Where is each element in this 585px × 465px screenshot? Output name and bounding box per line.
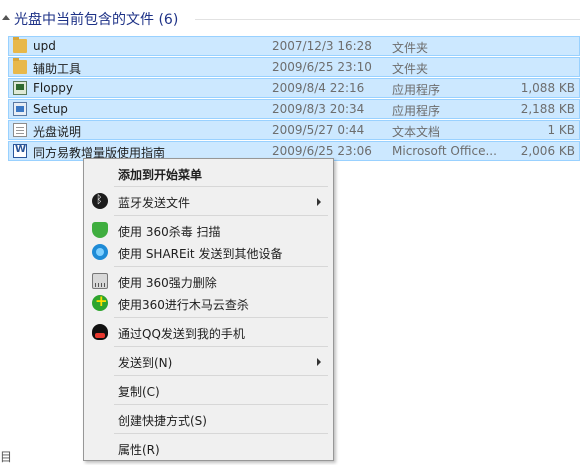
file-type: 文件夹 — [392, 62, 429, 76]
menu-item-360-scan[interactable]: 使用 360杀毒 扫描 — [86, 219, 331, 241]
file-name: Floppy — [33, 81, 73, 95]
file-type: 应用程序 — [392, 104, 441, 118]
menu-separator — [114, 375, 328, 376]
file-type: 应用程序 — [392, 83, 441, 97]
context-menu: 添加到开始菜单 蓝牙发送文件 使用 360杀毒 扫描 使用 SHAREit 发送… — [83, 158, 334, 461]
shield-360-icon — [92, 222, 108, 238]
menu-item-label: 蓝牙发送文件 — [118, 196, 191, 210]
file-row[interactable]: 光盘说明 2009/5/27 0:44 文本文档 1 KB — [8, 120, 580, 140]
menu-item-properties[interactable]: 属性(R) — [86, 437, 331, 459]
menu-separator — [114, 317, 328, 318]
menu-item-label: 使用 360杀毒 扫描 — [118, 225, 221, 239]
file-date: 2009/6/25 23:10 — [272, 60, 372, 74]
menu-item-label: 属性(R) — [118, 443, 160, 457]
qq-penguin-icon — [92, 324, 108, 340]
group-title: 光盘中当前包含的文件 (6) — [14, 12, 179, 28]
partial-label: 目 — [0, 450, 13, 464]
shareit-icon — [92, 244, 108, 260]
file-date: 2009/8/3 20:34 — [272, 102, 365, 116]
setup-icon — [13, 102, 27, 116]
file-row[interactable]: 辅助工具 2009/6/25 23:10 文件夹 — [8, 57, 580, 77]
menu-separator — [114, 433, 328, 434]
menu-item-label: 使用360进行木马云查杀 — [118, 298, 249, 312]
shredder-icon — [92, 273, 108, 289]
menu-item-360-shred[interactable]: 使用 360强力删除 — [86, 270, 331, 292]
menu-item-label: 复制(C) — [118, 385, 160, 399]
menu-item-create-shortcut[interactable]: 创建快捷方式(S) — [86, 408, 331, 430]
bluetooth-icon — [92, 193, 108, 209]
menu-separator — [114, 404, 328, 405]
trojan-scan-icon — [92, 292, 108, 311]
file-row[interactable]: upd 2007/12/3 16:28 文件夹 — [8, 36, 580, 56]
menu-item-label: 添加到开始菜单 — [118, 168, 203, 182]
application-icon — [13, 81, 27, 95]
menu-separator — [114, 215, 328, 216]
submenu-arrow-icon — [317, 358, 321, 366]
menu-item-label: 使用 SHAREit 发送到其他设备 — [118, 247, 283, 261]
file-name: 光盘说明 — [33, 125, 82, 139]
file-type: 文本文档 — [392, 125, 441, 139]
folder-icon — [13, 58, 27, 74]
group-divider — [195, 19, 580, 20]
menu-item-label: 创建快捷方式(S) — [118, 414, 207, 428]
file-size: 1 KB — [547, 123, 575, 137]
submenu-arrow-icon — [317, 198, 321, 206]
file-list: upd 2007/12/3 16:28 文件夹 辅助工具 2009/6/25 2… — [8, 36, 580, 162]
file-type: Microsoft Office... — [392, 144, 497, 158]
file-type: 文件夹 — [392, 41, 429, 55]
menu-item-pin-start[interactable]: 添加到开始菜单 — [86, 162, 331, 184]
file-size: 2,188 KB — [520, 102, 575, 116]
menu-item-send-to[interactable]: 发送到(N) — [86, 350, 331, 372]
menu-item-qq-send[interactable]: 通过QQ发送到我的手机 — [86, 321, 331, 343]
menu-item-label: 发送到(N) — [118, 356, 173, 370]
menu-separator — [114, 346, 328, 347]
file-row[interactable]: Floppy 2009/8/4 22:16 应用程序 1,088 KB — [8, 78, 580, 98]
menu-item-bluetooth[interactable]: 蓝牙发送文件 — [86, 190, 331, 212]
menu-item-copy[interactable]: 复制(C) — [86, 379, 331, 401]
group-header[interactable]: 光盘中当前包含的文件 (6) — [0, 0, 585, 36]
file-name: upd — [33, 39, 56, 53]
file-size: 1,088 KB — [520, 81, 575, 95]
collapse-icon[interactable] — [2, 15, 10, 20]
menu-item-label: 使用 360强力删除 — [118, 276, 217, 290]
menu-item-360-trojan-scan[interactable]: 使用360进行木马云查杀 — [86, 292, 331, 314]
text-document-icon — [13, 123, 27, 137]
menu-separator — [114, 266, 328, 267]
file-date: 2009/6/25 23:06 — [272, 144, 372, 158]
file-date: 2009/8/4 22:16 — [272, 81, 365, 95]
folder-icon — [13, 37, 27, 53]
file-date: 2007/12/3 16:28 — [272, 39, 372, 53]
file-name: 辅助工具 — [33, 62, 82, 76]
file-date: 2009/5/27 0:44 — [272, 123, 365, 137]
menu-item-label: 通过QQ发送到我的手机 — [118, 327, 245, 341]
menu-separator — [114, 186, 328, 187]
menu-item-shareit[interactable]: 使用 SHAREit 发送到其他设备 — [86, 241, 331, 263]
word-document-icon — [13, 144, 27, 158]
file-row[interactable]: Setup 2009/8/3 20:34 应用程序 2,188 KB — [8, 99, 580, 119]
file-name: Setup — [33, 102, 68, 116]
file-size: 2,006 KB — [520, 144, 575, 158]
